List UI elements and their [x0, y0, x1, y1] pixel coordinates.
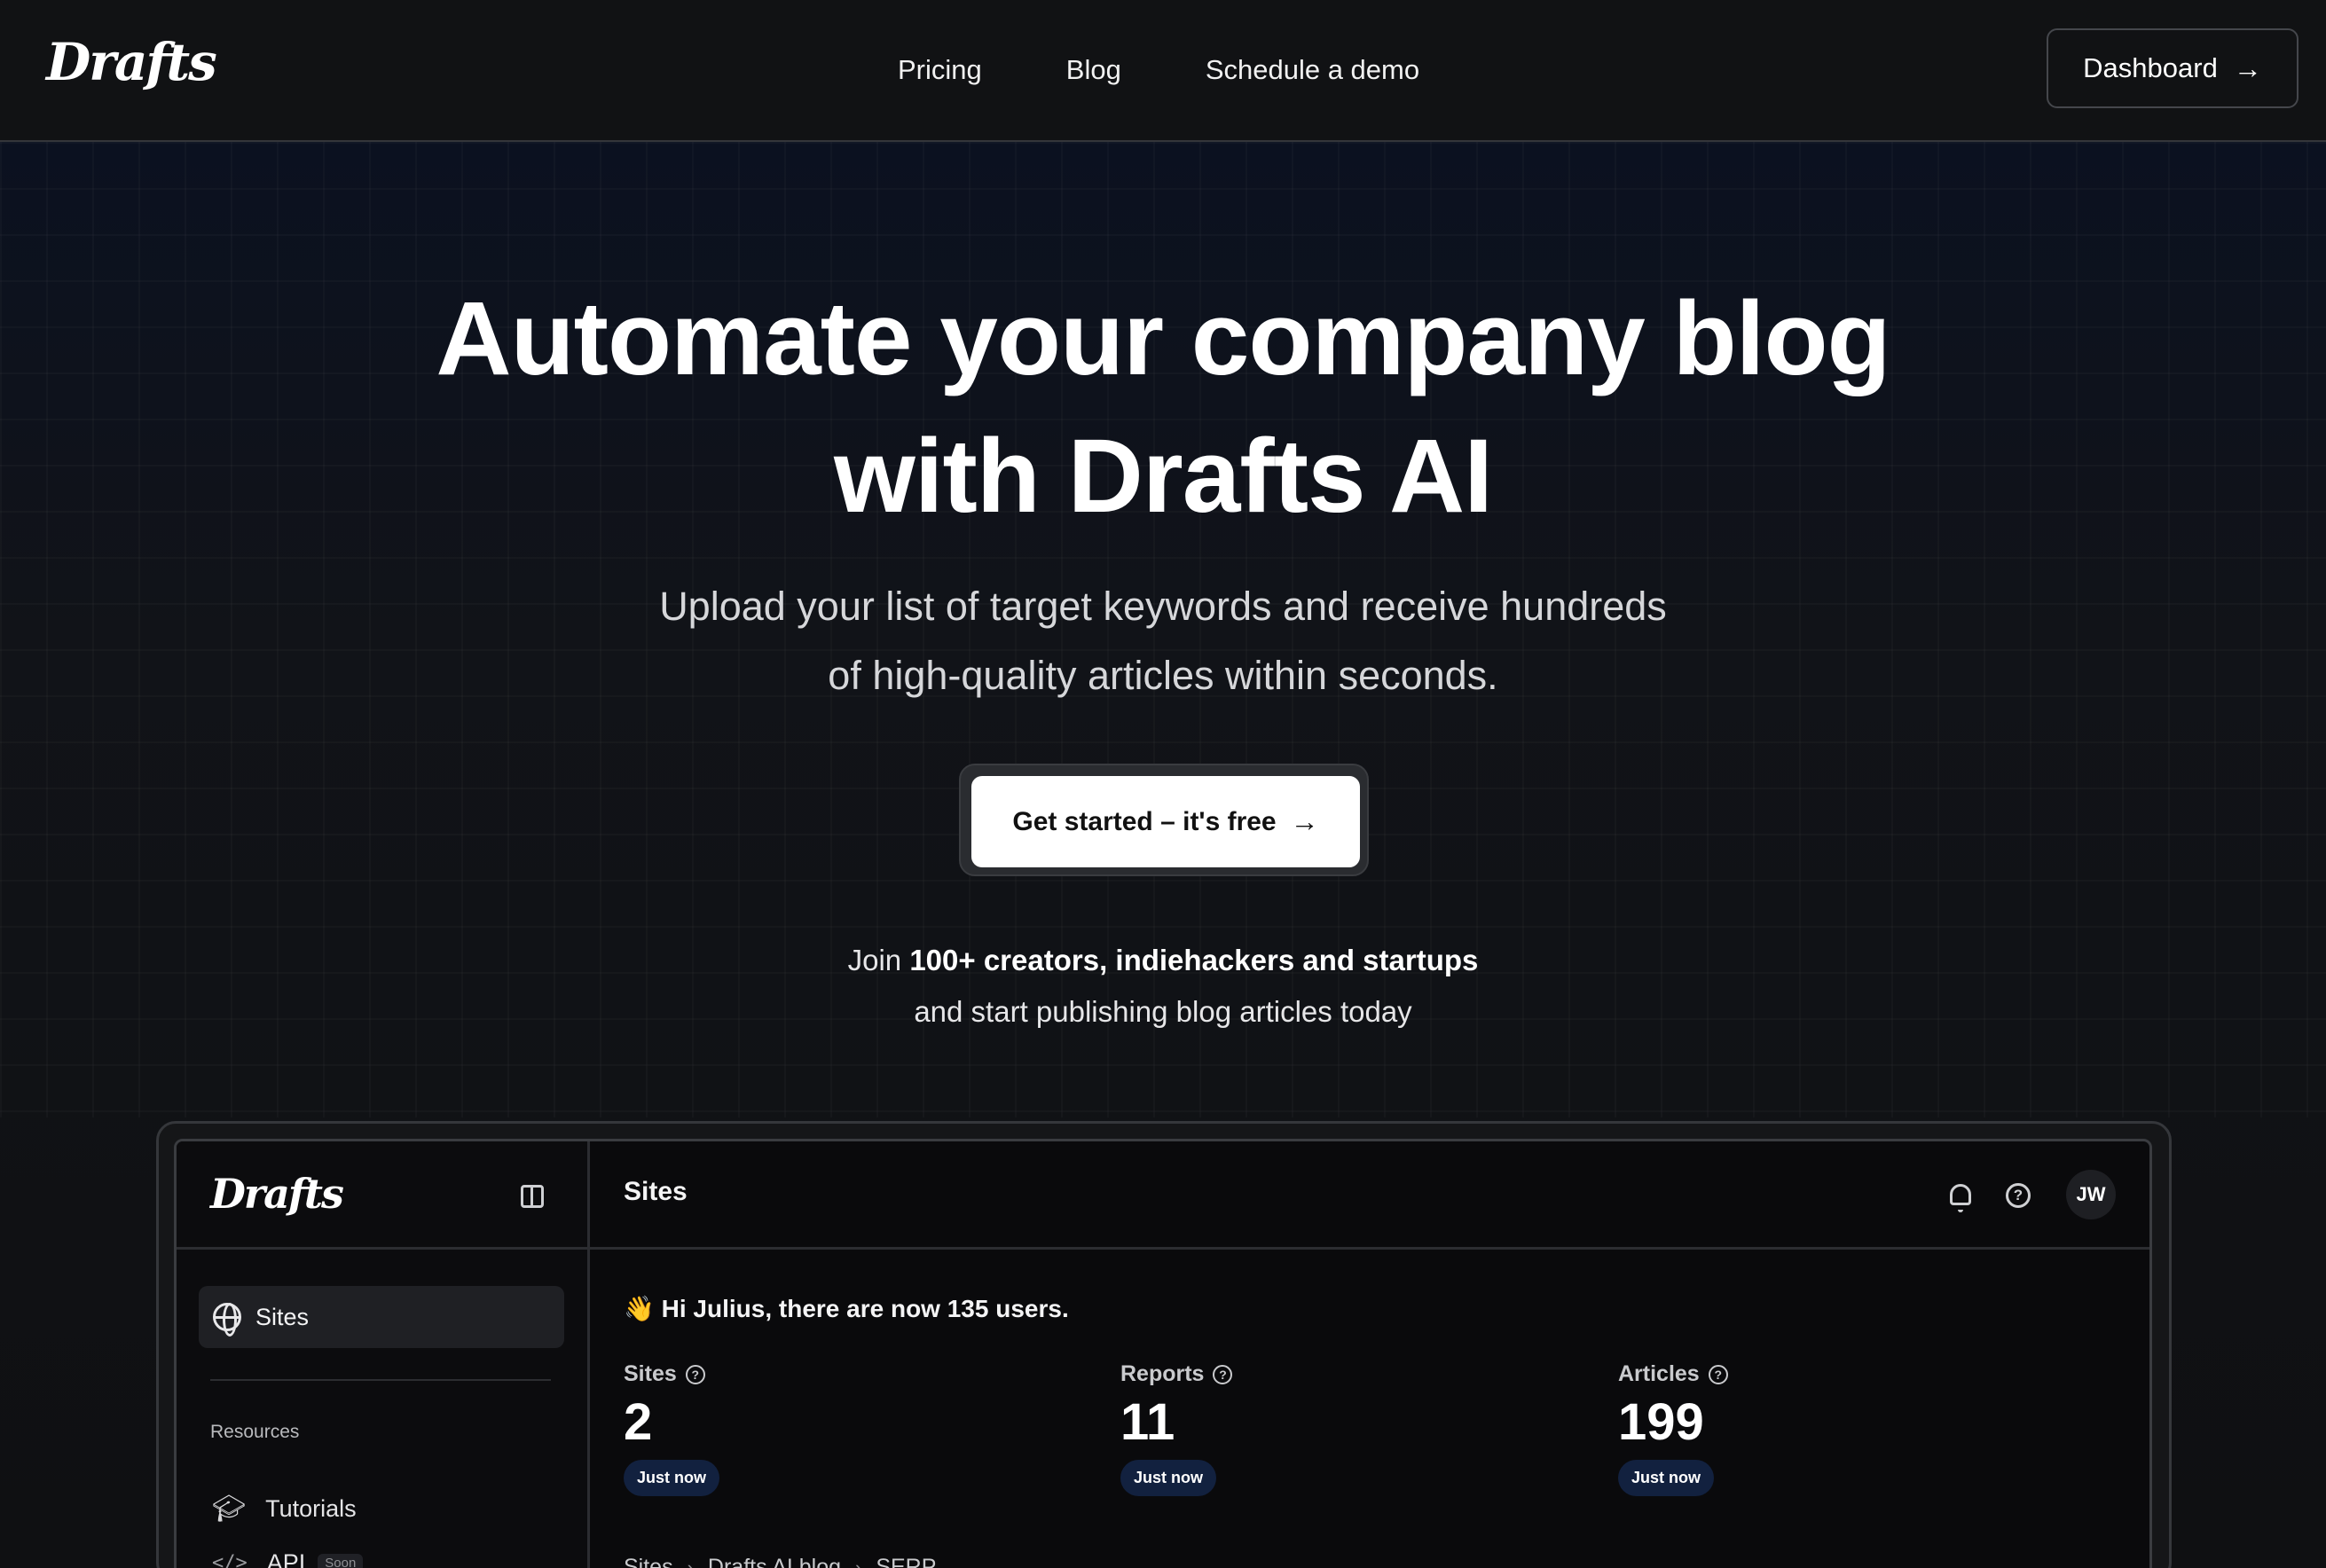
avatar[interactable]: JW	[2066, 1170, 2116, 1219]
status-badge: Just now	[624, 1460, 720, 1496]
nav-link-pricing[interactable]: Pricing	[898, 54, 982, 86]
stat-label: Reports ?	[1120, 1361, 1233, 1387]
stat-label-text: Sites	[624, 1361, 677, 1386]
stat-label: Sites ?	[624, 1361, 719, 1387]
stat-value: 11	[1120, 1393, 1175, 1451]
stat-reports: Reports ? 11 Just now	[1120, 1361, 1233, 1496]
hero-headline-line1: Automate your company blog	[436, 280, 1890, 397]
get-started-label: Get started – it's free	[1012, 806, 1277, 836]
sidebar-divider	[210, 1379, 551, 1381]
code-icon: </>	[212, 1551, 248, 1568]
dashboard-button[interactable]: Dashboard →	[2047, 28, 2298, 108]
sidebar-toggle-icon[interactable]	[521, 1185, 544, 1208]
stat-label: Articles ?	[1618, 1361, 1728, 1387]
dashboard-button-label: Dashboard	[2083, 52, 2218, 83]
help-circle-icon[interactable]: ?	[685, 1364, 705, 1384]
stat-sites: Sites ? 2 Just now	[624, 1361, 720, 1496]
breadcrumb-item-serp[interactable]: SERP	[876, 1555, 936, 1568]
soon-badge: Soon	[318, 1553, 364, 1568]
join-highlight: 100+ creators, indiehackers and startups	[909, 944, 1479, 976]
sidebar-section-resources: Resources	[210, 1422, 300, 1442]
sidebar-item-tutorials[interactable]: 🎓︎ Tutorials	[212, 1486, 357, 1531]
breadcrumb-item-sites[interactable]: Sites	[624, 1555, 673, 1568]
wave-icon: 👋	[624, 1295, 655, 1322]
sidebar-item-label: Sites	[255, 1303, 310, 1330]
cta-frame: Get started – it's free →	[959, 764, 1369, 876]
top-navbar: Drafts Pricing Blog Schedule a demo Dash…	[0, 0, 2326, 142]
stat-label-text: Articles	[1618, 1361, 1700, 1386]
stat-label-text: Reports	[1120, 1361, 1205, 1386]
sidebar-item-sites[interactable]: Sites	[199, 1286, 564, 1348]
help-circle-icon[interactable]: ?	[1708, 1364, 1728, 1384]
nav-links: Pricing Blog Schedule a demo	[898, 0, 1419, 140]
nav-link-blog[interactable]: Blog	[1066, 54, 1121, 86]
hero-headline-line2: with Drafts AI	[833, 418, 1493, 535]
social-proof-text: Join 100+ creators, indiehackers and sta…	[0, 935, 2326, 1038]
help-icon[interactable]: ?	[2006, 1183, 2031, 1208]
chevron-right-icon: ›	[687, 1556, 694, 1568]
preview-topbar: Sites ? JW	[590, 1141, 2149, 1250]
breadcrumb-item-site[interactable]: Drafts AI blog	[708, 1555, 841, 1568]
arrow-right-icon: →	[2233, 51, 2262, 84]
stat-value: 199	[1618, 1393, 1704, 1451]
app-preview: Drafts Sites Resources 🎓︎ Tutorials </> …	[174, 1139, 2152, 1568]
landing-page: Drafts Pricing Blog Schedule a demo Dash…	[0, 0, 2326, 1568]
greeting-text: 👋 Hi Julius, there are now 135 users.	[624, 1294, 1069, 1323]
preview-main: Sites ? JW 👋 Hi Julius, there are now 13…	[590, 1141, 2149, 1568]
drafts-logo[interactable]: Drafts	[46, 32, 217, 92]
get-started-button[interactable]: Get started – it's free →	[971, 776, 1360, 867]
hero-sub-line2: of high-quality articles within seconds.	[828, 653, 1498, 698]
stat-value: 2	[624, 1393, 653, 1451]
nav-link-schedule-demo[interactable]: Schedule a demo	[1206, 54, 1419, 86]
page-title: Sites	[624, 1177, 688, 1206]
chevron-right-icon: ›	[855, 1556, 862, 1568]
sidebar-item-label: API	[266, 1548, 306, 1568]
status-badge: Just now	[1120, 1460, 1217, 1496]
preview-sidebar: Drafts Sites Resources 🎓︎ Tutorials </> …	[177, 1141, 590, 1568]
join-line2: and start publishing blog articles today	[914, 995, 1412, 1028]
graduation-cap-icon: 🎓︎	[212, 1494, 247, 1524]
bell-icon[interactable]	[1950, 1184, 1971, 1212]
status-badge: Just now	[1618, 1460, 1715, 1496]
join-prefix: Join	[847, 944, 902, 976]
sidebar-item-label: Tutorials	[265, 1494, 357, 1522]
stat-articles: Articles ? 199 Just now	[1618, 1361, 1728, 1496]
help-circle-icon[interactable]: ?	[1213, 1364, 1233, 1384]
arrow-right-icon: →	[1290, 805, 1319, 837]
hero-sub-line1: Upload your list of target keywords and …	[659, 584, 1667, 629]
hero-headline: Automate your company blog with Drafts A…	[0, 270, 2326, 545]
preview-sidebar-header: Drafts	[177, 1141, 590, 1250]
globe-icon	[213, 1303, 241, 1337]
preview-drafts-logo[interactable]: Drafts	[210, 1170, 344, 1218]
sidebar-item-api[interactable]: </> API Soon	[212, 1541, 364, 1568]
breadcrumb: Sites › Drafts AI blog › SERP	[624, 1555, 936, 1568]
greeting-message: Hi Julius, there are now 135 users.	[661, 1295, 1069, 1322]
hero-subheadline: Upload your list of target keywords and …	[0, 572, 2326, 710]
